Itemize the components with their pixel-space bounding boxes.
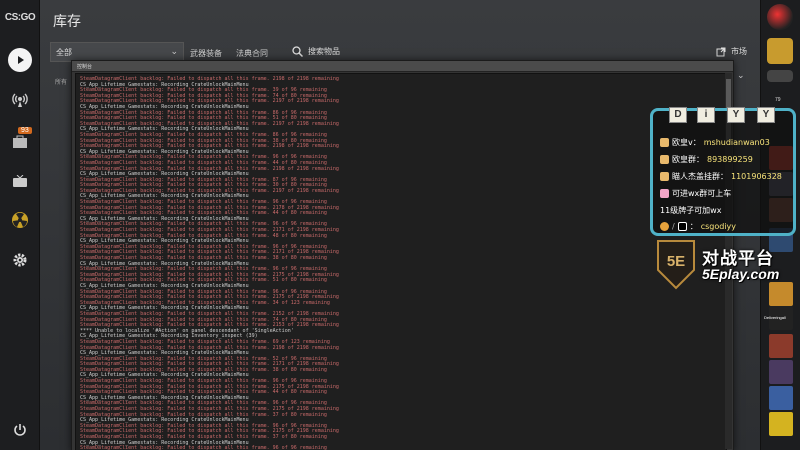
- overlay-row: 欧皇群： 893899259: [660, 154, 753, 165]
- radiation-icon: [12, 212, 28, 228]
- market-button[interactable]: 市场: [716, 46, 747, 57]
- settings-button[interactable]: [8, 248, 32, 272]
- friend-avatar[interactable]: [769, 360, 793, 384]
- streamer-info-overlay: D i Y Y 欧皇v： mshudianwan03 欧皇群： 893899259 …: [650, 107, 796, 236]
- category-filter-select[interactable]: 全部 ⌄: [50, 42, 184, 62]
- emoji-icon: [660, 172, 669, 181]
- overlay-row: / ： csgodiyy: [660, 221, 736, 232]
- market-label: 市场: [731, 47, 747, 56]
- overlay-letter: Y: [757, 107, 775, 123]
- overlay-label: 可进wx群可上车: [672, 189, 732, 198]
- watermark-url: 5Eplay.com: [702, 266, 780, 282]
- developer-console-window: 控制台 SteamDatagramClient backlog: Failed …: [71, 60, 734, 450]
- search-label: 搜索物品: [308, 47, 340, 56]
- tv-icon: [13, 175, 27, 187]
- inventory-count-badge: 93: [18, 127, 32, 134]
- friend-avatar[interactable]: [769, 334, 793, 358]
- chevron-down-icon: ⌄: [170, 46, 178, 56]
- overlay-value: csgodiyy: [700, 222, 737, 231]
- operation-button[interactable]: [8, 208, 32, 232]
- play-button[interactable]: [8, 48, 32, 72]
- chevron-down-icon[interactable]: ⌄: [737, 71, 745, 81]
- gear-icon: [13, 253, 27, 267]
- console-title-bar[interactable]: 控制台: [72, 61, 733, 72]
- overlay-row: 瞄人杰盖挂群： 1101906328: [660, 171, 782, 182]
- overlay-letter: Y: [727, 107, 745, 123]
- quit-button[interactable]: [8, 418, 32, 442]
- svg-text:5E: 5E: [667, 253, 685, 270]
- console-output: SteamDatagramClient backlog: Failed to d…: [75, 73, 727, 450]
- overlay-label: 11级牌子可加wx: [660, 206, 722, 215]
- tab-contracts[interactable]: 法典合同: [236, 48, 268, 59]
- broadcast-icon: [12, 93, 28, 107]
- separator: /: [672, 222, 675, 231]
- overlay-value: 893899259: [707, 155, 753, 164]
- overlay-letter: i: [697, 107, 715, 123]
- left-navigation: CS:GO 93: [0, 0, 40, 450]
- weibo-icon: [660, 222, 669, 231]
- overlay-label: 欧皇群：: [672, 155, 704, 164]
- friend-name: Deliveringall: [764, 315, 786, 320]
- overlay-row: 11级牌子可加wx: [660, 205, 721, 216]
- profile-avatar[interactable]: [767, 4, 793, 30]
- overlay-label: 欧皇v：: [672, 138, 701, 147]
- power-icon: [14, 424, 26, 436]
- search-items-button[interactable]: 搜索物品: [292, 46, 340, 57]
- csgo-logo[interactable]: CS:GO: [4, 12, 36, 28]
- overlay-row: 欧皇v： mshudianwan03: [660, 137, 770, 148]
- overlay-label: ：: [689, 222, 698, 231]
- friend-avatar[interactable]: [769, 282, 793, 306]
- page-title: 库存: [53, 13, 81, 29]
- broadcast-button[interactable]: [8, 88, 32, 112]
- rank-chevron-icon: [767, 38, 793, 64]
- overlay-value: 1101906328: [731, 172, 782, 181]
- overlay-label: 瞄人杰盖挂群：: [672, 172, 728, 181]
- tiktok-icon: [677, 222, 687, 231]
- friend-avatar[interactable]: [769, 412, 793, 436]
- csgo-inventory-screen: CS:GO 93 库存 全部 ⌄ 武器装备 法典合同 搜索物品 市场 所有 ⌄ …: [0, 0, 800, 450]
- overlay-letter: D: [669, 107, 687, 123]
- emoji-icon: [660, 138, 669, 147]
- console-line: SteamDatagramClient backlog: Failed to d…: [80, 445, 327, 450]
- tab-loadout[interactable]: 武器装备: [190, 48, 222, 59]
- emoji-icon: [660, 155, 669, 164]
- friends-online-count: 79: [775, 97, 781, 103]
- overlay-row: 可进wx群可上车: [660, 188, 731, 199]
- filter-value: 全部: [56, 48, 72, 57]
- external-link-icon: [716, 47, 726, 56]
- emoji-icon: [660, 189, 669, 198]
- watch-button[interactable]: [8, 170, 32, 194]
- search-icon: [292, 46, 303, 57]
- level-badge: [767, 70, 793, 82]
- inventory-icon: [13, 135, 27, 148]
- play-icon: [8, 48, 32, 72]
- overlay-value: mshudianwan03: [703, 138, 770, 147]
- console-title: 控制台: [77, 64, 93, 70]
- 5e-shield-logo: 5E: [657, 240, 695, 290]
- friend-avatar[interactable]: [769, 386, 793, 410]
- subtab-all[interactable]: 所有: [55, 77, 67, 86]
